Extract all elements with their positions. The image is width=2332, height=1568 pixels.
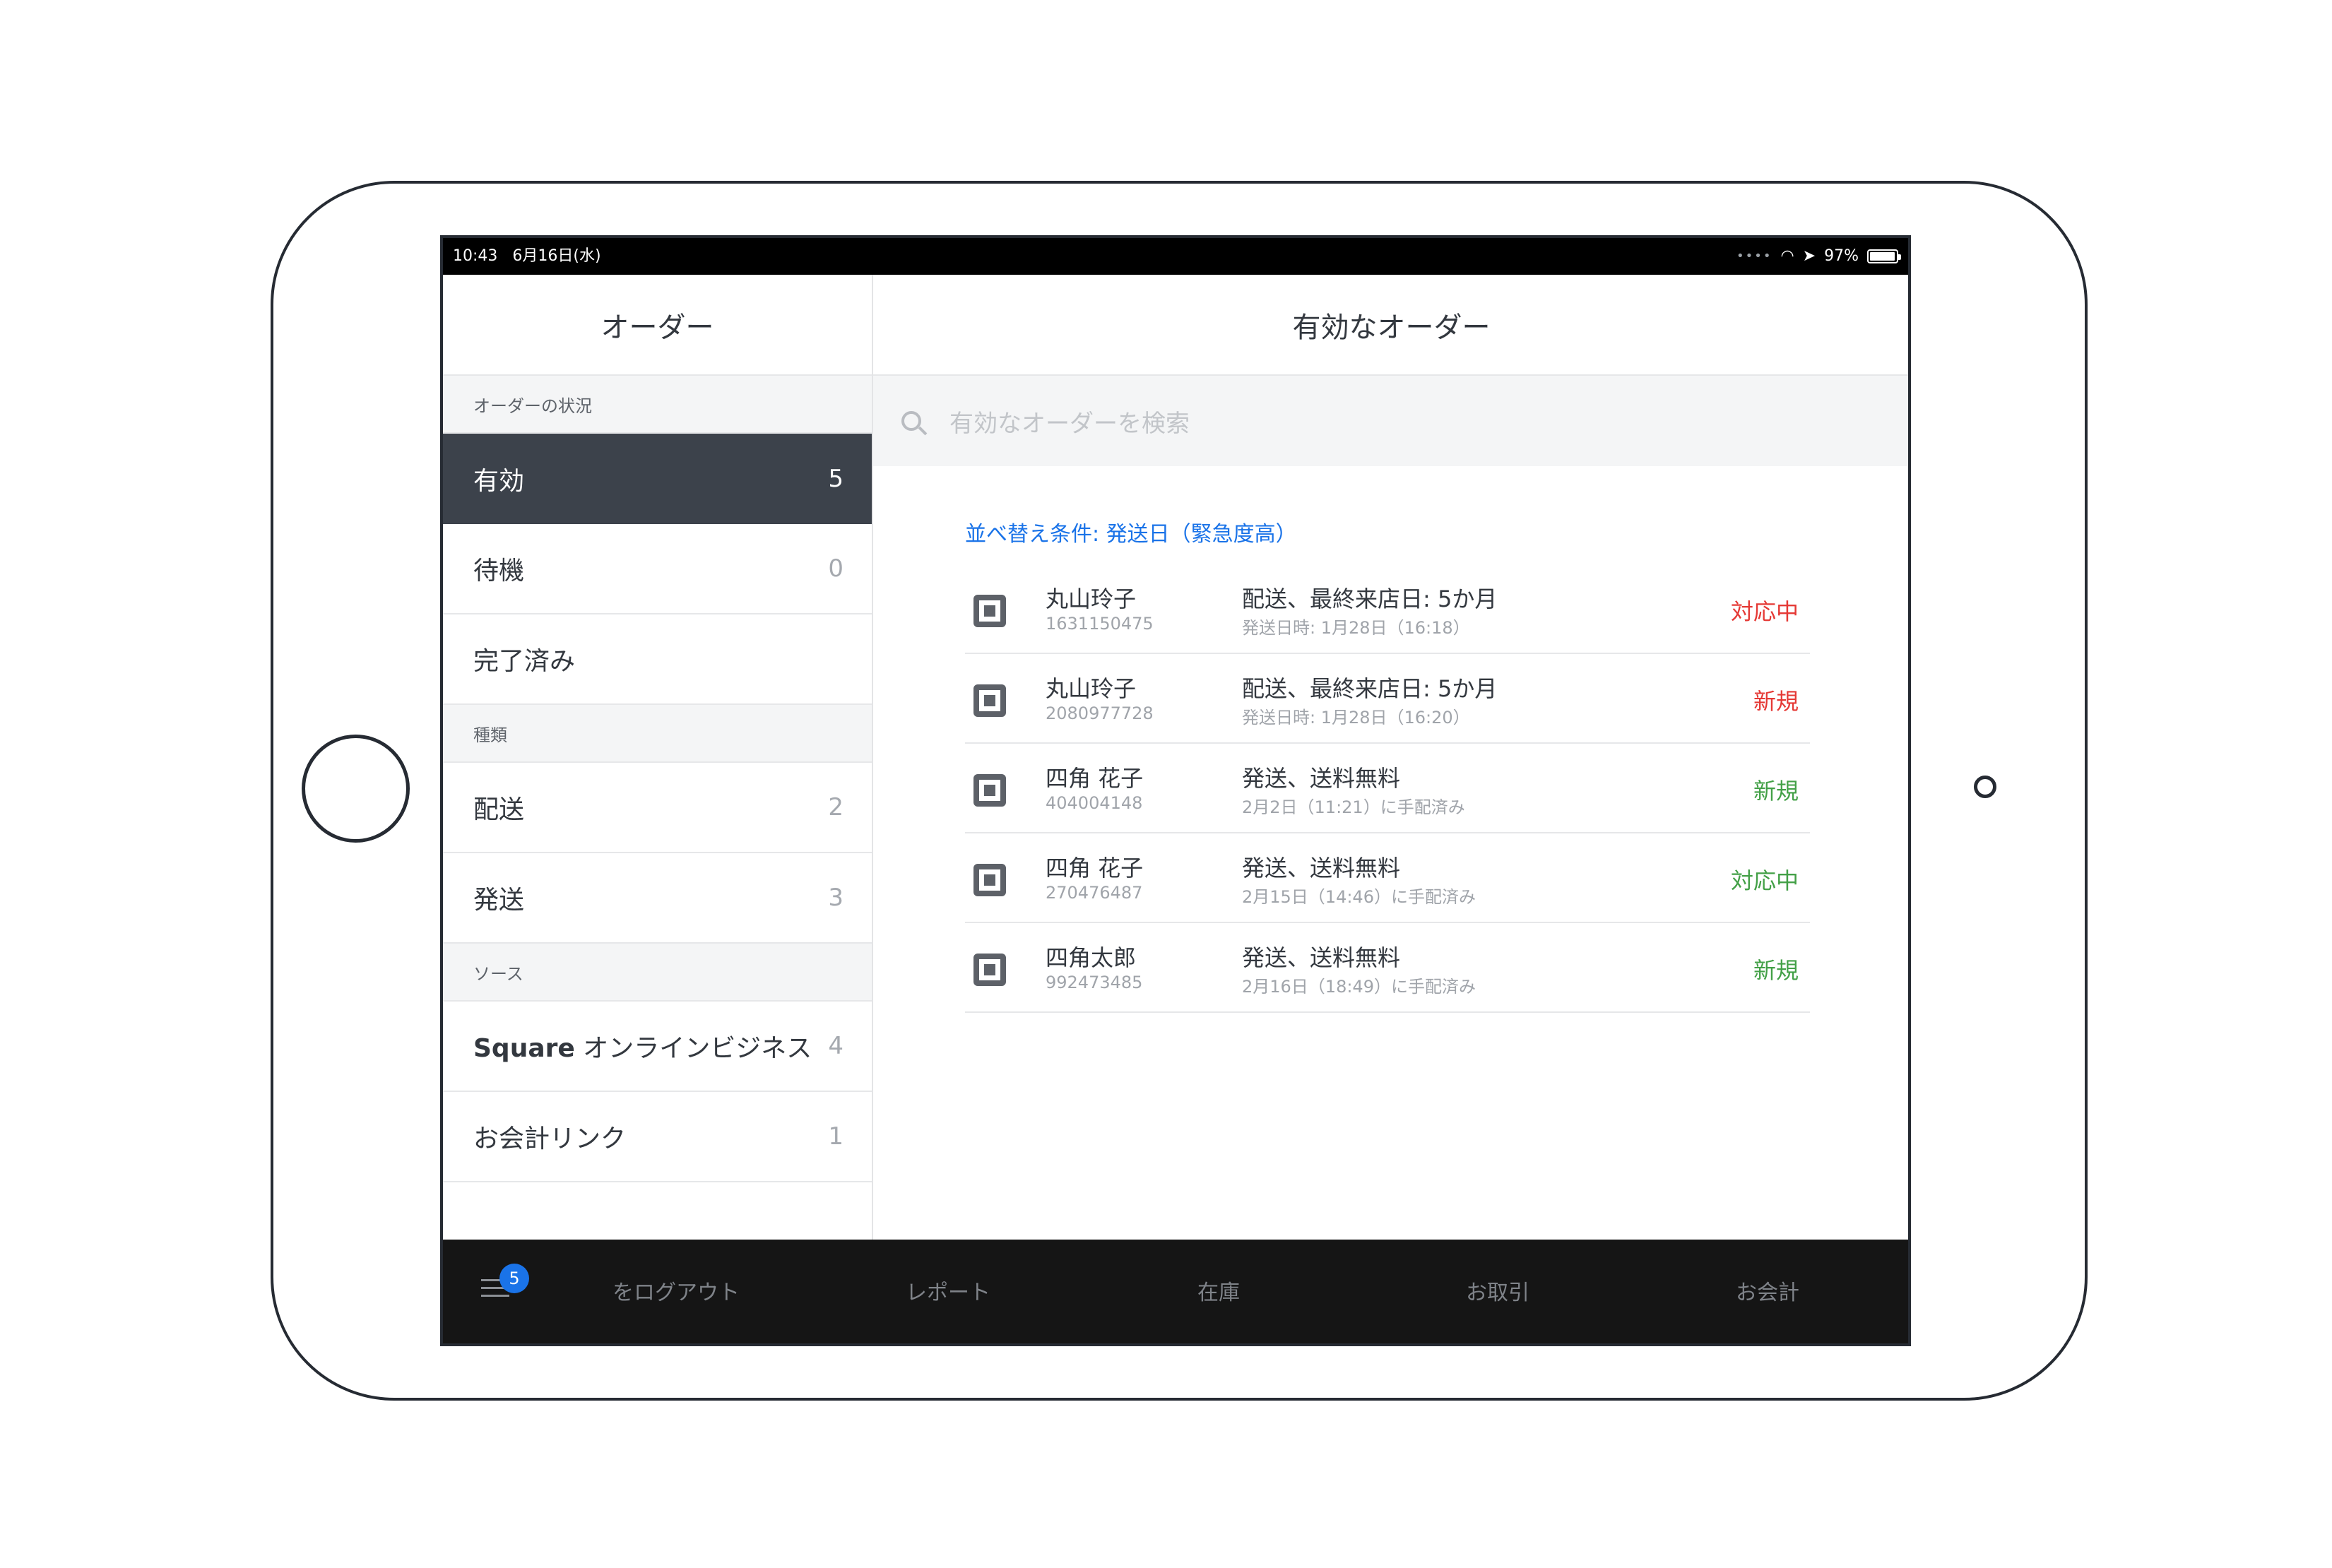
section-order-status: オーダーの状況: [443, 376, 872, 434]
sidebar-item-count: 2: [828, 793, 844, 821]
square-logo-icon: [973, 954, 1006, 986]
status-badge: 対応中: [1730, 867, 1799, 894]
tab-transactions[interactable]: お取引: [1466, 1275, 1529, 1306]
search-bar[interactable]: 有効なオーダーを検索: [873, 376, 1908, 466]
customer-name: 丸山玲子: [1046, 675, 1137, 702]
order-row[interactable]: 四角太郎 992473485 発送、送料無料 2月16日（18:49）に手配済み…: [965, 923, 1810, 1013]
sidebar-item-label: 完了済み: [473, 647, 576, 676]
status-date: 6月16日(水): [512, 247, 601, 265]
battery-fill: [1870, 252, 1895, 261]
sidebar-item-label: 有効: [473, 467, 525, 496]
customer-name: 丸山玲子: [1046, 586, 1137, 612]
screen: 10:43 6月16日(水) •••• ◠ ➤ 97% オーダー オーダーの状況…: [440, 235, 1911, 1346]
status-badge: 新規: [1753, 778, 1799, 804]
camera-icon: [1974, 776, 1996, 798]
sidebar-item-count: 0: [828, 554, 844, 583]
bottom-tab-bar: 5 をログアウト レポート 在庫 お取引 お会計: [443, 1240, 1908, 1343]
order-id: 270476487: [1046, 883, 1143, 903]
sidebar: オーダー オーダーの状況 有効 5 待機 0 完了済み 種類 配送 2 発送 3…: [443, 275, 873, 1240]
status-bar: 10:43 6月16日(水) •••• ◠ ➤ 97%: [443, 238, 1908, 275]
sidebar-item-label: 配送: [473, 795, 525, 824]
order-subtext: 2月2日（11:21）に手配済み: [1242, 797, 1465, 817]
tab-inventory[interactable]: 在庫: [1197, 1275, 1240, 1306]
battery-percent: 97%: [1824, 247, 1859, 265]
order-list: 丸山玲子 1631150475 配送、最終来店日: 5か月 発送日時: 1月28…: [965, 564, 1810, 1013]
battery-icon: [1867, 249, 1901, 263]
status-badge: 新規: [1753, 957, 1799, 984]
signal-icon: ••••: [1736, 249, 1772, 263]
sort-link[interactable]: 並べ替え条件: 発送日（緊急度高）: [965, 516, 1297, 547]
home-button[interactable]: [302, 735, 410, 843]
order-id: 1631150475: [1046, 614, 1154, 634]
order-id: 2080977728: [1046, 703, 1154, 723]
square-logo-icon: [973, 684, 1006, 717]
sidebar-item-active[interactable]: 有効 5: [443, 434, 872, 524]
order-description: 発送、送料無料: [1242, 765, 1401, 792]
status-time-date: 10:43 6月16日(水): [453, 238, 601, 275]
order-subtext: 発送日時: 1月28日（16:20）: [1242, 708, 1470, 727]
sidebar-item-label: Square オンラインビジネス: [473, 1028, 812, 1064]
order-id: 992473485: [1046, 973, 1143, 992]
sidebar-item-label: お会計リンク: [473, 1124, 627, 1153]
order-subtext: 2月16日（18:49）に手配済み: [1242, 977, 1476, 997]
notification-badge: 5: [499, 1264, 529, 1293]
order-description: 配送、最終来店日: 5か月: [1242, 675, 1498, 702]
sidebar-item-square-online[interactable]: Square オンラインビジネス 4: [443, 1002, 872, 1092]
tab-reports[interactable]: レポート: [906, 1275, 990, 1306]
wifi-icon: ◠: [1780, 247, 1794, 265]
main-panel: 有効なオーダー 有効なオーダーを検索 並べ替え条件: 発送日（緊急度高） 丸山玲…: [873, 275, 1908, 1240]
sidebar-item-count: 4: [828, 1032, 844, 1060]
order-description: 配送、最終来店日: 5か月: [1242, 586, 1498, 612]
sidebar-item-count: 1: [828, 1122, 844, 1151]
sidebar-item-completed[interactable]: 完了済み: [443, 614, 872, 705]
order-row[interactable]: 四角 花子 404004148 発送、送料無料 2月2日（11:21）に手配済み…: [965, 744, 1810, 833]
sidebar-item-checkout-link[interactable]: お会計リンク 1: [443, 1092, 872, 1182]
order-description: 発送、送料無料: [1242, 855, 1401, 881]
status-time: 10:43: [453, 247, 498, 265]
sidebar-item-pending[interactable]: 待機 0: [443, 524, 872, 614]
status-right: •••• ◠ ➤ 97%: [1736, 238, 1901, 275]
location-icon: ➤: [1802, 247, 1816, 265]
section-source: ソース: [443, 944, 872, 1002]
sidebar-item-count: 5: [828, 465, 844, 493]
sidebar-item-count: 3: [828, 884, 844, 912]
sidebar-item-label: 待機: [473, 557, 525, 586]
sidebar-title: オーダー: [443, 275, 872, 376]
customer-name: 四角太郎: [1046, 944, 1137, 971]
search-icon: [901, 411, 921, 431]
square-logo-icon: [973, 864, 1006, 896]
sidebar-item-shipping[interactable]: 発送 3: [443, 853, 872, 944]
order-subtext: 2月15日（14:46）に手配済み: [1242, 887, 1476, 907]
tab-checkout[interactable]: お会計: [1736, 1275, 1799, 1306]
page-title: 有効なオーダー: [873, 275, 1908, 376]
sidebar-item-delivery[interactable]: 配送 2: [443, 763, 872, 853]
section-type: 種類: [443, 705, 872, 763]
square-logo-icon: [973, 595, 1006, 627]
order-description: 発送、送料無料: [1242, 944, 1401, 971]
order-subtext: 発送日時: 1月28日（16:18）: [1242, 618, 1470, 638]
customer-name: 四角 花子: [1046, 765, 1144, 792]
order-row[interactable]: 丸山玲子 1631150475 配送、最終来店日: 5か月 発送日時: 1月28…: [965, 564, 1810, 654]
order-row[interactable]: 丸山玲子 2080977728 配送、最終来店日: 5か月 発送日時: 1月28…: [965, 654, 1810, 744]
sidebar-item-label-rest: オンラインビジネス: [574, 1034, 812, 1063]
tab-logout[interactable]: をログアウト: [612, 1275, 740, 1306]
sidebar-item-label-bold: Square: [473, 1034, 575, 1063]
status-badge: 新規: [1753, 688, 1799, 715]
square-logo-icon: [973, 774, 1006, 807]
search-input[interactable]: 有効なオーダーを検索: [949, 404, 1190, 439]
order-row[interactable]: 四角 花子 270476487 発送、送料無料 2月15日（14:46）に手配済…: [965, 833, 1810, 923]
status-badge: 対応中: [1730, 598, 1799, 625]
order-id: 404004148: [1046, 793, 1143, 813]
customer-name: 四角 花子: [1046, 855, 1144, 881]
sidebar-item-label: 発送: [473, 886, 525, 915]
